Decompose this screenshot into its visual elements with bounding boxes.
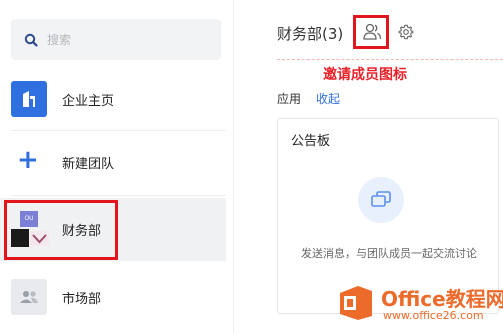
collapse-link[interactable]: 收起 [316,90,340,107]
search-input[interactable]: 搜索 [47,31,71,48]
watermark: Office教程网 www.office26.com [336,281,503,325]
sidebar: 搜索 企业主页 + 新建团队 OU 财务部 市场部 [0,0,234,333]
sidebar-item-label: 企业主页 [62,93,115,109]
board-title: 公告板 [291,134,331,149]
gear-icon[interactable] [398,24,414,40]
board-empty-text: 发送消息，与团队成员一起交流讨论 [301,247,477,260]
sidebar-item-label: 新建团队 [62,156,115,172]
enterprise-home-icon [11,81,47,117]
sidebar-item-home[interactable]: 企业主页 [0,70,226,128]
watermark-name: Office教程网 [381,287,503,311]
apps-label: 应用 [277,92,302,106]
annotation-label: 邀请成员图标 [323,67,407,83]
divider [11,195,226,196]
message-icon [358,177,404,223]
plus-icon: + [17,145,39,175]
team-people-icon [11,279,47,315]
highlight-box [353,15,389,49]
office-logo-icon [340,286,372,320]
sidebar-item-label: 市场部 [62,291,102,307]
divider [11,130,226,131]
sidebar-item-market[interactable]: 市场部 [0,268,226,326]
divider [277,59,503,60]
watermark-url: www.office26.com [383,309,484,322]
search-box[interactable]: 搜索 [11,19,221,60]
page-title: 财务部(3) [277,25,344,43]
search-icon [24,33,38,47]
highlight-box [4,200,118,260]
sidebar-item-new-team[interactable]: + 新建团队 [0,133,226,191]
